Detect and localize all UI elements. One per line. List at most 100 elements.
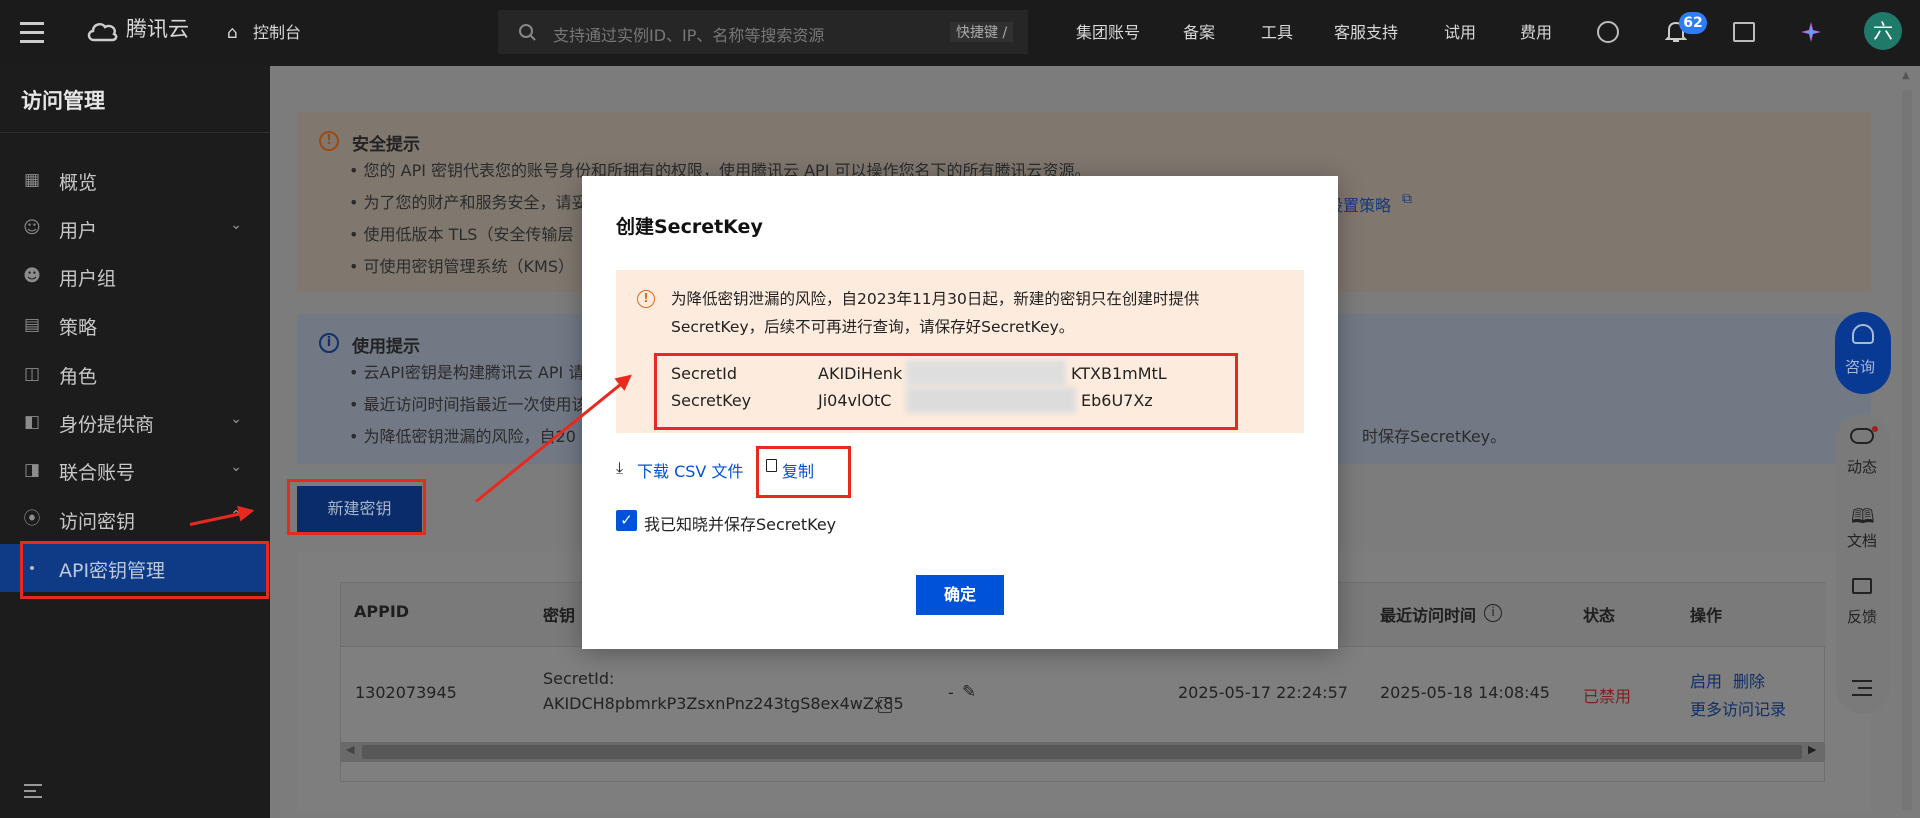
- consult-button[interactable]: 咨询: [1835, 312, 1891, 394]
- annotation-box-secret: [654, 353, 1238, 430]
- updates-button[interactable]: 动态: [1836, 424, 1890, 480]
- page-scrollbar[interactable]: [1902, 90, 1912, 810]
- tickets-icon[interactable]: [1733, 22, 1755, 42]
- cloud-logo-icon[interactable]: [86, 18, 120, 42]
- red-dot: [1872, 426, 1878, 432]
- edit-icon[interactable]: ✎: [962, 682, 976, 702]
- docs-label: 文档: [1847, 532, 1878, 550]
- annotation-box-api-keys: [20, 541, 269, 599]
- search-input[interactable]: 支持通过实例ID、IP、名称等搜索资源: [553, 22, 824, 46]
- security-bullet: • 可使用密钥管理系统（KMS）: [349, 257, 574, 276]
- console-link[interactable]: 控制台: [253, 22, 301, 44]
- bullet-text: 可使用密钥管理系统（KMS）: [363, 257, 574, 276]
- chevron-down-icon: ⌄: [230, 411, 242, 427]
- updates-label: 动态: [1847, 458, 1878, 476]
- warning-circle-icon: !: [637, 290, 655, 308]
- chat-icon: [1852, 578, 1872, 594]
- apps-icon[interactable]: [1800, 21, 1822, 43]
- copy-icon[interactable]: [878, 697, 892, 713]
- sidebar-item-identity-providers[interactable]: ◧ 身份提供商 ⌄: [0, 398, 270, 446]
- security-bullet: • 为了您的财产和服务安全，请妥: [349, 193, 588, 212]
- col-header-key: 密钥: [543, 606, 576, 625]
- sidebar-item-label: 用户: [59, 220, 98, 242]
- nav-link-billing[interactable]: 费用: [1520, 22, 1552, 44]
- cell-secret-id: AKIDCH8pbmrkP3ZsxnPnz243tgS8ex4wZx85: [543, 694, 904, 713]
- download-csv-link[interactable]: 下载 CSV 文件: [637, 458, 743, 482]
- collapse-sidebar-icon[interactable]: [24, 784, 42, 798]
- nav-link-support[interactable]: 客服支持: [1334, 22, 1398, 44]
- feedback-button[interactable]: 反馈: [1836, 574, 1890, 630]
- info-icon: i: [319, 333, 339, 353]
- key-icon: ⦿: [23, 509, 41, 529]
- cell-created-time: 2025-05-17 22:24:57: [1178, 683, 1348, 702]
- grid-icon: ▦: [23, 170, 41, 190]
- external-link-icon: ⧉: [1402, 191, 1412, 207]
- nav-link-icp[interactable]: 备案: [1183, 22, 1215, 44]
- docs-button[interactable]: 🕮 文档: [1836, 498, 1890, 554]
- notification-badge: 62: [1679, 12, 1707, 34]
- usage-tip-title: 使用提示: [352, 337, 420, 357]
- consult-label: 咨询: [1845, 358, 1876, 376]
- brand-name[interactable]: 腾讯云: [126, 18, 189, 40]
- sidebar-item-overview[interactable]: ▦ 概览: [0, 156, 270, 204]
- user-icon: ☺: [23, 218, 41, 238]
- sidebar-item-label: 角色: [59, 366, 98, 388]
- dialog-title: 创建SecretKey: [616, 216, 763, 238]
- scroll-thumb[interactable]: [362, 745, 1802, 759]
- top-bar: 腾讯云 ⌂ 控制台 支持通过实例ID、IP、名称等搜索资源 快捷键 / 集团账号…: [0, 0, 1920, 66]
- home-icon[interactable]: ⌂: [227, 22, 238, 44]
- usage-bullet: • 云API密钥是构建腾讯云 API 请: [349, 363, 585, 382]
- usage-tip-tail: 时保存SecretKey。: [1362, 427, 1507, 446]
- scroll-left-icon[interactable]: ◀: [346, 743, 354, 756]
- help-icon[interactable]: i: [1484, 604, 1502, 622]
- sidebar-item-user-groups[interactable]: ☻ 用户组: [0, 252, 270, 300]
- col-header-actions: 操作: [1690, 606, 1723, 625]
- cell-appid: 1302073945: [355, 683, 457, 702]
- bullet-text: 使用低版本 TLS（安全传输层: [363, 225, 574, 244]
- access-history-link[interactable]: 更多访问记录: [1690, 696, 1786, 720]
- download-icon[interactable]: ⤓: [616, 458, 623, 478]
- list-toggle-icon[interactable]: [1852, 680, 1872, 696]
- federated-icon: ◨: [23, 460, 41, 480]
- sidebar-item-policies[interactable]: ▤ 策略: [0, 301, 270, 349]
- scroll-right-icon[interactable]: ▶: [1808, 743, 1816, 756]
- shortcut-hint: 快捷键 /: [950, 22, 1014, 42]
- nav-link-group-account[interactable]: 集团账号: [1076, 22, 1140, 44]
- usage-bullet: • 最近访问时间指最近一次使用该: [349, 395, 588, 414]
- confirm-checkbox[interactable]: ✓: [616, 510, 637, 531]
- delete-link[interactable]: 删除: [1733, 668, 1765, 692]
- assistant-icon[interactable]: [1597, 21, 1619, 43]
- sidebar-item-label: 用户组: [59, 268, 117, 290]
- bullet-text: 最近访问时间指最近一次使用该: [363, 395, 588, 414]
- col-header-appid: APPID: [354, 602, 410, 621]
- page-scroll-up-icon[interactable]: ▲: [1902, 70, 1910, 81]
- annotation-box-copy: [756, 446, 851, 498]
- search-icon: [519, 24, 536, 41]
- sidebar-item-access-keys[interactable]: ⦿访问密钥⌃: [0, 495, 270, 543]
- nav-link-tools[interactable]: 工具: [1261, 22, 1293, 44]
- idp-icon: ◧: [23, 412, 41, 432]
- checkbox-label: 我已知晓并保存SecretKey: [644, 515, 837, 534]
- sidebar-item-roles[interactable]: ◫ 角色: [0, 350, 270, 398]
- nav-link-trial[interactable]: 试用: [1444, 22, 1476, 44]
- col-header-last-access: 最近访问时间: [1380, 606, 1477, 625]
- sidebar-divider: [0, 132, 270, 133]
- sidebar: 访问管理 ▦ 概览 ☺ 用户 ⌄ ☻ 用户组 ▤ 策略 ◫ 角色 ◧ 身份提供商 ⌄ ◨ 联合账号…: [0, 66, 270, 818]
- col-header-status: 状态: [1583, 606, 1616, 625]
- cloud-update-icon: [1850, 428, 1874, 444]
- table-scrollbar[interactable]: ◀ ▶: [340, 742, 1825, 762]
- chevron-down-icon: ⌄: [230, 217, 242, 233]
- security-bullet: • 使用低版本 TLS（安全传输层: [349, 225, 574, 244]
- sidebar-item-label: 策略: [59, 317, 98, 339]
- search-bar[interactable]: 支持通过实例ID、IP、名称等搜索资源 快捷键 /: [498, 10, 1028, 54]
- enable-link[interactable]: 启用: [1690, 668, 1722, 692]
- sidebar-item-users[interactable]: ☺ 用户 ⌄: [0, 204, 270, 252]
- sidebar-item-label: 概览: [59, 172, 98, 194]
- sidebar-item-label: 身份提供商: [59, 414, 155, 436]
- avatar[interactable]: 六: [1864, 12, 1902, 50]
- menu-icon[interactable]: [20, 20, 44, 44]
- confirm-button[interactable]: 确定: [916, 575, 1004, 615]
- cell-last-access: 2025-05-18 14:08:45: [1380, 683, 1550, 702]
- warning-icon: !: [319, 131, 339, 151]
- sidebar-item-federated-accounts[interactable]: ◨ 联合账号 ⌄: [0, 446, 270, 494]
